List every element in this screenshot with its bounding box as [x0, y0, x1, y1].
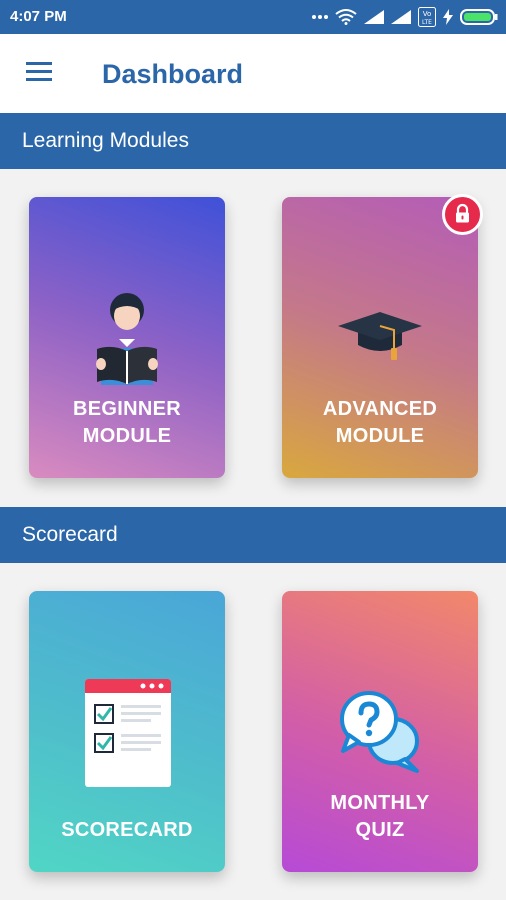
student-reading-icon [95, 289, 159, 390]
scorecard-card[interactable]: SCORECARD [29, 591, 225, 872]
section-header-learning-modules: Learning Modules [0, 113, 506, 169]
card-label-line: ADVANCED [322, 398, 438, 420]
battery-icon [460, 9, 498, 25]
svg-text:Vo: Vo [423, 10, 432, 18]
card-label-line: MONTHLY [330, 792, 430, 814]
card-label-line: BEGINNER [73, 398, 181, 420]
charging-icon [443, 9, 453, 25]
beginner-module-card[interactable]: BEGINNER MODULE [29, 197, 225, 478]
hamburger-menu-icon[interactable] [20, 58, 60, 88]
wifi-icon [335, 9, 357, 25]
question-chat-icon [337, 687, 427, 782]
signal-icon [391, 10, 411, 24]
card-label-line: MODULE [335, 425, 425, 447]
monthly-quiz-card[interactable]: MONTHLY QUIZ [282, 591, 478, 872]
more-dots-icon [312, 14, 328, 20]
app-bar: Dashboard [0, 34, 506, 113]
advanced-module-card[interactable]: ADVANCED MODULE [282, 197, 478, 478]
status-icons: Vo LTE [312, 6, 498, 28]
graduation-cap-icon [336, 310, 424, 369]
section-header-scorecard: Scorecard [0, 507, 506, 563]
checklist-icon [85, 679, 171, 792]
signal-icon [364, 10, 384, 24]
lock-icon[interactable] [442, 194, 483, 235]
card-label-line: MODULE [82, 425, 172, 447]
status-bar: 4:07 PM Vo LTE [0, 0, 506, 34]
status-time: 4:07 PM [10, 8, 67, 25]
card-label-line: SCORECARD [61, 819, 193, 841]
card-label-line: QUIZ [355, 819, 405, 841]
volte-icon: Vo LTE [418, 7, 436, 27]
svg-text:LTE: LTE [422, 19, 432, 26]
page-title: Dashboard [102, 59, 244, 89]
